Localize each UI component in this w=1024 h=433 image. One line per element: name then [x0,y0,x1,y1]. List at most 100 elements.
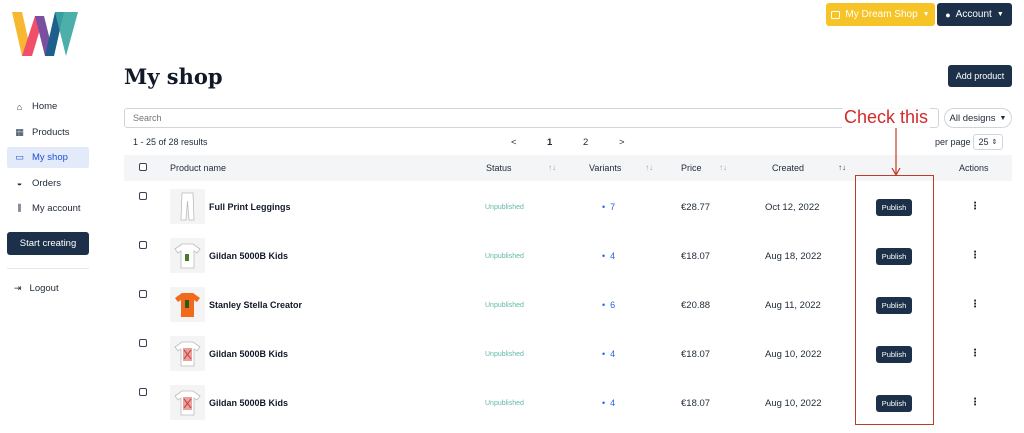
start-creating-button[interactable]: Start creating [7,232,89,255]
pager-prev[interactable]: < [511,137,517,148]
sort-arrows-icon: ⇕ [991,139,998,146]
sidebar-item-my-account[interactable]: ⫼ My account [7,198,89,219]
per-page-value: 25 [978,137,989,147]
more-actions-icon[interactable]: ⋮ [970,397,980,408]
page-title: My shop [124,64,223,89]
sidebar-item-my-shop[interactable]: ▭ My shop [7,147,89,169]
sliders-icon: ⫼ [17,203,22,214]
sort-icon[interactable]: ↑↓ [548,163,556,172]
row-checkbox[interactable] [139,290,147,298]
grid-icon: ▦ [15,126,24,137]
annotation-highlight-box [855,175,934,425]
price: €20.88 [681,300,711,311]
product-name[interactable]: Full Print Leggings [209,202,291,212]
caret-down-icon: ▼ [996,11,1004,18]
sort-icon[interactable]: ↑↓ [645,163,653,172]
col-price[interactable]: Price [681,163,702,173]
store-icon [831,10,841,19]
sidebar-item-products[interactable]: ▦ Products [7,122,89,143]
created-date: Oct 12, 2022 [765,202,820,213]
product-name[interactable]: Gildan 5000B Kids [209,251,288,261]
sidebar-item-orders[interactable]: ◒ Orders [7,173,89,194]
logout-label: Logout [29,283,59,294]
status-badge: Unpublished [485,253,524,260]
product-thumbnail [170,385,205,420]
sort-active-icon[interactable]: ↑↓ [838,163,846,172]
pager-page-1[interactable]: 1 [547,137,552,148]
variants-value: 4 [610,398,616,408]
sidebar-divider [7,268,89,269]
search-input[interactable] [124,108,939,128]
variants-value: 6 [610,300,616,310]
results-count: 1 - 25 of 28 results [133,137,208,147]
shop-name-label: My Dream Shop [845,9,918,20]
created-date: Aug 10, 2022 [765,349,822,360]
store-icon: ▭ [15,152,24,163]
status-badge: Unpublished [485,400,524,407]
shop-switcher-button[interactable]: My Dream Shop ▼ [826,3,935,26]
product-thumbnail [170,238,205,273]
more-actions-icon[interactable]: ⋮ [970,201,980,212]
product-name[interactable]: Gildan 5000B Kids [209,349,288,359]
sort-icon[interactable]: ↑↓ [719,163,727,172]
per-page-select[interactable]: 25 ⇕ [973,134,1003,150]
status-badge: Unpublished [485,204,524,211]
more-actions-icon[interactable]: ⋮ [970,299,980,310]
variants-count[interactable]: • 4 [602,349,615,359]
product-thumbnail [170,287,205,322]
logout-link[interactable]: ⇥ Logout [14,283,59,294]
bullet-icon: • [602,251,611,261]
col-status[interactable]: Status [486,163,512,173]
pager-next[interactable]: > [619,137,625,148]
col-product-name: Product name [170,163,227,173]
bullet-icon: • [602,202,611,212]
user-icon: ● [945,9,951,20]
variants-count[interactable]: • 7 [602,202,615,212]
more-actions-icon[interactable]: ⋮ [970,348,980,359]
price: €18.07 [681,251,711,262]
designs-filter-label: All designs [949,112,996,124]
variants-count[interactable]: • 4 [602,251,615,261]
pager-page-2[interactable]: 2 [583,137,588,148]
logout-icon: ⇥ [14,283,22,293]
sidebar-item-label: My account [32,203,81,215]
row-checkbox[interactable] [139,339,147,347]
price: €18.07 [681,349,711,360]
col-actions: Actions [959,163,989,173]
caret-down-icon: ▼ [922,11,930,18]
designs-filter-dropdown[interactable]: All designs ▼ [944,108,1012,128]
select-all-checkbox[interactable] [139,163,147,171]
sidebar-item-home[interactable]: ⌂ Home [7,96,89,117]
more-actions-icon[interactable]: ⋮ [970,250,980,261]
account-label: Account [955,9,992,20]
price: €18.07 [681,398,711,409]
variants-count[interactable]: • 4 [602,398,615,408]
annotation-arrow-icon [891,128,901,176]
variants-value: 7 [610,202,616,212]
product-name[interactable]: Stanley Stella Creator [209,300,302,310]
price: €28.77 [681,202,711,213]
created-date: Aug 11, 2022 [765,300,821,311]
variants-count[interactable]: • 6 [602,300,615,310]
per-page-label: per page [935,137,971,147]
caret-down-icon: ▼ [999,114,1007,122]
product-thumbnail [170,189,205,224]
annotation-label: Check this [842,106,931,128]
bullet-icon: • [602,398,611,408]
col-created[interactable]: Created [772,163,804,173]
add-product-button[interactable]: Add product [948,65,1012,87]
created-date: Aug 10, 2022 [765,398,822,409]
status-badge: Unpublished [485,351,524,358]
status-badge: Unpublished [485,302,524,309]
col-variants[interactable]: Variants [589,163,621,173]
bullet-icon: • [602,349,611,359]
brand-logo [12,12,78,56]
row-checkbox[interactable] [139,241,147,249]
row-checkbox[interactable] [139,388,147,396]
row-checkbox[interactable] [139,192,147,200]
product-thumbnail [170,336,205,371]
product-name[interactable]: Gildan 5000B Kids [209,398,288,408]
account-button[interactable]: ● Account ▼ [937,3,1012,26]
sidebar-item-label: Orders [32,177,62,189]
bullet-icon: • [602,300,611,310]
